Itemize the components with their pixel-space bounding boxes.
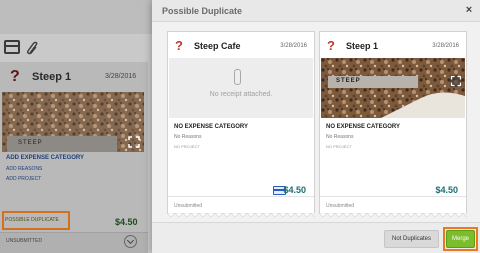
not-duplicates-button[interactable]: Not Duplicates <box>384 230 439 248</box>
expense-title: Steep Cafe <box>194 41 241 51</box>
background-expense-date: 3/28/2016 <box>105 73 137 80</box>
paperclip-icon[interactable] <box>25 40 41 55</box>
expense-reasons: No Reasons <box>174 134 202 140</box>
no-receipt-area: No receipt attached. <box>169 58 313 118</box>
add-expense-category-link[interactable]: ADD EXPENSE CATEGORY <box>6 155 84 161</box>
receipt-edge <box>167 213 315 217</box>
question-mark-icon: ? <box>175 38 183 53</box>
background-receipt-label: STEEP <box>18 140 43 146</box>
add-project-link[interactable]: ADD PROJECT <box>6 176 41 182</box>
receipt-image <box>321 58 465 118</box>
expense-status: Unsubmitted <box>326 203 355 209</box>
expand-icon[interactable] <box>128 136 140 148</box>
expense-project: NO PROJECT <box>326 144 352 149</box>
merge-button[interactable]: Merge <box>446 230 475 248</box>
expense-category: NO EXPENSE CATEGORY <box>326 124 401 130</box>
background-expense-status: UNSUBMITTED <box>6 238 43 244</box>
receipt-edge <box>319 213 467 217</box>
expense-date: 3/28/2016 <box>432 43 459 49</box>
expense-project: NO PROJECT <box>174 144 200 149</box>
possible-duplicate-flag[interactable]: POSSIBLE DUPLICATE <box>5 217 59 223</box>
close-icon[interactable]: × <box>464 4 474 16</box>
modal-title: Possible Duplicate <box>162 6 243 16</box>
question-mark-icon: ? <box>10 68 20 85</box>
question-mark-icon: ? <box>327 38 335 53</box>
background-expense-title: Steep 1 <box>32 71 72 83</box>
background-expense-amount: $4.50 <box>115 217 138 227</box>
expense-reasons: No Reasons <box>326 134 354 140</box>
expense-amount: $4.50 <box>283 185 306 195</box>
expense-card[interactable]: ? Steep 1 3/28/2016 STEEP NO EXPENSE CAT… <box>319 31 467 217</box>
expense-date: 3/28/2016 <box>280 43 307 49</box>
no-receipt-message: No receipt attached. <box>209 91 273 98</box>
possible-duplicate-modal: Possible Duplicate × ? Steep Cafe 3/28/2… <box>152 0 480 253</box>
expense-card[interactable]: ? Steep Cafe 3/28/2016 No receipt attach… <box>167 31 315 217</box>
chevron-down-icon[interactable] <box>124 235 137 248</box>
expense-amount: $4.50 <box>435 185 458 195</box>
receipt-label: STEEP <box>336 78 361 84</box>
expense-status: Unsubmitted <box>174 203 203 209</box>
paperclip-icon <box>234 69 241 85</box>
expand-icon[interactable] <box>450 75 462 87</box>
expense-title: Steep 1 <box>346 41 379 51</box>
expense-category: NO EXPENSE CATEGORY <box>174 124 249 130</box>
add-reasons-link[interactable]: ADD REASONS <box>6 166 42 172</box>
credit-card-icon[interactable] <box>4 40 20 54</box>
